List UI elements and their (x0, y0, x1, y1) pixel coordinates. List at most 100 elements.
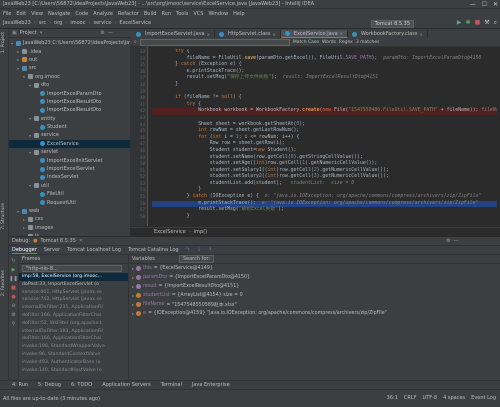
bottom-tool-tab[interactable]: Terminal (161, 382, 182, 388)
stack-frame[interactable]: doFilter:166, ApplicationFilterChai (19, 312, 128, 320)
expand-arrow-icon[interactable]: ▸ (132, 302, 134, 307)
variable-row[interactable]: ▸ this = {ExcelService@4149} (129, 264, 500, 273)
bottom-tool-tab[interactable]: Java Enterprise (192, 382, 230, 388)
variable-row[interactable]: ▸ result = {ImportExcelResultDto@4151} (129, 282, 500, 291)
variable-row[interactable]: ▸ fileName = "1547548550589赵本.xlsx" (129, 300, 500, 309)
hide-panel-icon[interactable]: — (454, 238, 459, 244)
variable-row[interactable]: ▸ studentList = {ArrayList@4154} size = 0 (129, 291, 500, 300)
run-configuration-select[interactable]: Tomcat 8.5.35 (370, 20, 414, 28)
menu-analyze[interactable]: Analyze (93, 11, 113, 17)
tree-item[interactable]: ▸ css (9, 215, 130, 223)
pause-icon[interactable]: ❚❚ (9, 276, 17, 282)
tree-item[interactable]: ▸ .idea (9, 47, 130, 55)
stack-frame[interactable]: doPost:33, ImportExcelServlet (o (19, 281, 128, 289)
expand-arrow-icon[interactable]: ▸ (132, 284, 134, 289)
debug-session-tab[interactable]: Tomcat 8.5.35 (41, 238, 76, 244)
tree-item[interactable]: ▾ web (9, 207, 130, 215)
close-icon[interactable]: ✕ (273, 32, 276, 37)
run-icon[interactable]: ▶ (457, 19, 462, 27)
crumb-org[interactable]: org (54, 20, 62, 26)
menu-file[interactable]: File (3, 11, 11, 17)
settings-gear-icon[interactable]: ⚙ (100, 30, 104, 36)
thread-select[interactable]: "http-nio-8... (22, 265, 122, 272)
close-icon[interactable]: ✕ (207, 32, 210, 37)
project-tool-tab[interactable]: 1: Project (1, 32, 6, 53)
menu-window[interactable]: Window (208, 11, 228, 17)
stack-frame[interactable]: service:742, HttpServlet (javax.se (19, 296, 128, 304)
tree-item[interactable]: ▾ service (9, 131, 130, 139)
menu-run[interactable]: Run (161, 11, 171, 17)
debug-icon[interactable]: ✱ (466, 19, 471, 27)
tree-item[interactable]: ▾ org.imooc (9, 73, 130, 81)
expand-arrow-icon[interactable]: ▸ (132, 311, 134, 316)
event-log[interactable]: Event Log (471, 395, 496, 401)
crumb-service[interactable]: service (93, 20, 111, 26)
tree-item[interactable]: ImportExcelServlet (9, 165, 130, 173)
view-breakpoints-icon[interactable]: ● (11, 294, 15, 300)
expand-arrow-icon[interactable]: ▸ (132, 293, 134, 298)
maximize-button[interactable]: ☐ (482, 1, 487, 8)
menu-help[interactable]: Help (233, 11, 244, 17)
match-case-checkbox[interactable]: Match Case (293, 40, 319, 45)
editor-tab[interactable]: ExcelService.java ✕ (280, 30, 349, 38)
bottom-tool-tab[interactable]: Application Servers (102, 382, 151, 388)
stack-frame[interactable]: invoke:493, AuthenticatorBase (o (19, 359, 128, 367)
menu-build[interactable]: Build (144, 11, 157, 17)
pin-icon[interactable]: ⚲ (12, 321, 16, 327)
menu-edit[interactable]: Edit (16, 11, 26, 17)
editor-tab[interactable]: WorkbookFactory.class ✕ (348, 30, 428, 38)
code-view[interactable]: try { fileName = FileUtil.save(paramDto.… (152, 49, 497, 226)
close-icon[interactable]: ✕ (340, 31, 343, 36)
regex-checkbox[interactable]: Regex (339, 40, 353, 45)
tree-item[interactable]: ImportExcelResultDto (9, 98, 130, 106)
stop-icon[interactable]: ■ (475, 19, 481, 27)
step-over-icon[interactable]: ↷ (186, 247, 190, 253)
variables-search-label[interactable]: Search for: (178, 255, 215, 263)
menu-tools[interactable]: Tools (176, 11, 188, 17)
menu-refactor[interactable]: Refactor (118, 11, 139, 17)
bottom-tool-tab[interactable]: 4: Run (12, 382, 28, 388)
chevron-down-icon[interactable]: ▾ (40, 30, 43, 36)
minimize-button[interactable]: — (470, 1, 476, 8)
favorites-tool-tab[interactable]: 2: Favorites (1, 270, 6, 296)
variable-row[interactable]: ▸ e = {IOException@4159} "java.io.IOExcept… (129, 309, 500, 318)
editor-tab[interactable]: HttpServlet.class ✕ (215, 30, 281, 38)
editor-tab[interactable]: ImportExcelServlet.java ✕ (132, 30, 215, 38)
project-panel-title[interactable]: Project (20, 30, 37, 36)
stack-frame[interactable]: invoke:140, StandardHostValve (o (19, 367, 128, 375)
expand-arrow-icon[interactable]: ▸ (132, 275, 134, 280)
search-icon[interactable]: ⌕ (494, 19, 497, 27)
find-input[interactable] (139, 38, 290, 46)
cursor-position[interactable]: 36:1 (387, 395, 398, 401)
tree-item[interactable]: ▾ entity (9, 115, 130, 123)
editor-crumb-method[interactable]: imp() (194, 229, 207, 235)
hide-panel-icon[interactable]: — (108, 30, 113, 36)
menu-navigate[interactable]: Navigate (48, 11, 70, 17)
crumb-src[interactable]: src (39, 20, 46, 26)
bottom-tool-tab[interactable]: 6: TODO (71, 382, 92, 388)
tree-item[interactable]: ▾ dto (9, 81, 130, 89)
tree-item[interactable]: ImportExcelResultDto (9, 106, 130, 114)
tree-item[interactable]: ExcelService (9, 139, 130, 149)
step-into-icon[interactable]: ↓ (197, 247, 201, 253)
tree-item[interactable]: IndexServlet (9, 173, 130, 181)
editor-crumb-class[interactable]: ExcelService (154, 229, 186, 235)
close-icon[interactable]: ✕ (419, 32, 422, 37)
menu-view[interactable]: View (31, 11, 43, 17)
build-icon[interactable]: ⚒ (484, 19, 489, 27)
stack-frame[interactable]: invoke:198, StandardWrapperValve (19, 343, 128, 351)
tree-item[interactable]: ▾ servlet (9, 148, 130, 156)
stack-frame[interactable]: doFilter:52, WsFilter (org.apache.t (19, 320, 128, 328)
stack-frame[interactable]: internalDoFilter:231, ApplicationFil (19, 304, 128, 312)
stack-frame[interactable]: internalDoFilter:193, ApplicationFil (19, 328, 128, 336)
stop-icon[interactable]: ■ (11, 285, 16, 291)
close-icon[interactable]: ✕ (79, 238, 83, 244)
tree-item[interactable]: RequestUtil (9, 198, 130, 206)
menu-code[interactable]: Code (75, 11, 88, 17)
tree-item[interactable]: ▸ images (9, 224, 130, 232)
resume-icon[interactable]: ▶ (12, 267, 16, 273)
close-button[interactable]: ✕ (493, 1, 498, 8)
crumb-project[interactable]: JavaWeb23 (3, 20, 31, 26)
tab-tomcat-catalina-log[interactable]: Tomcat Catalina Log (128, 247, 179, 253)
bottom-tool-tab[interactable]: 5: Debug (38, 382, 61, 388)
